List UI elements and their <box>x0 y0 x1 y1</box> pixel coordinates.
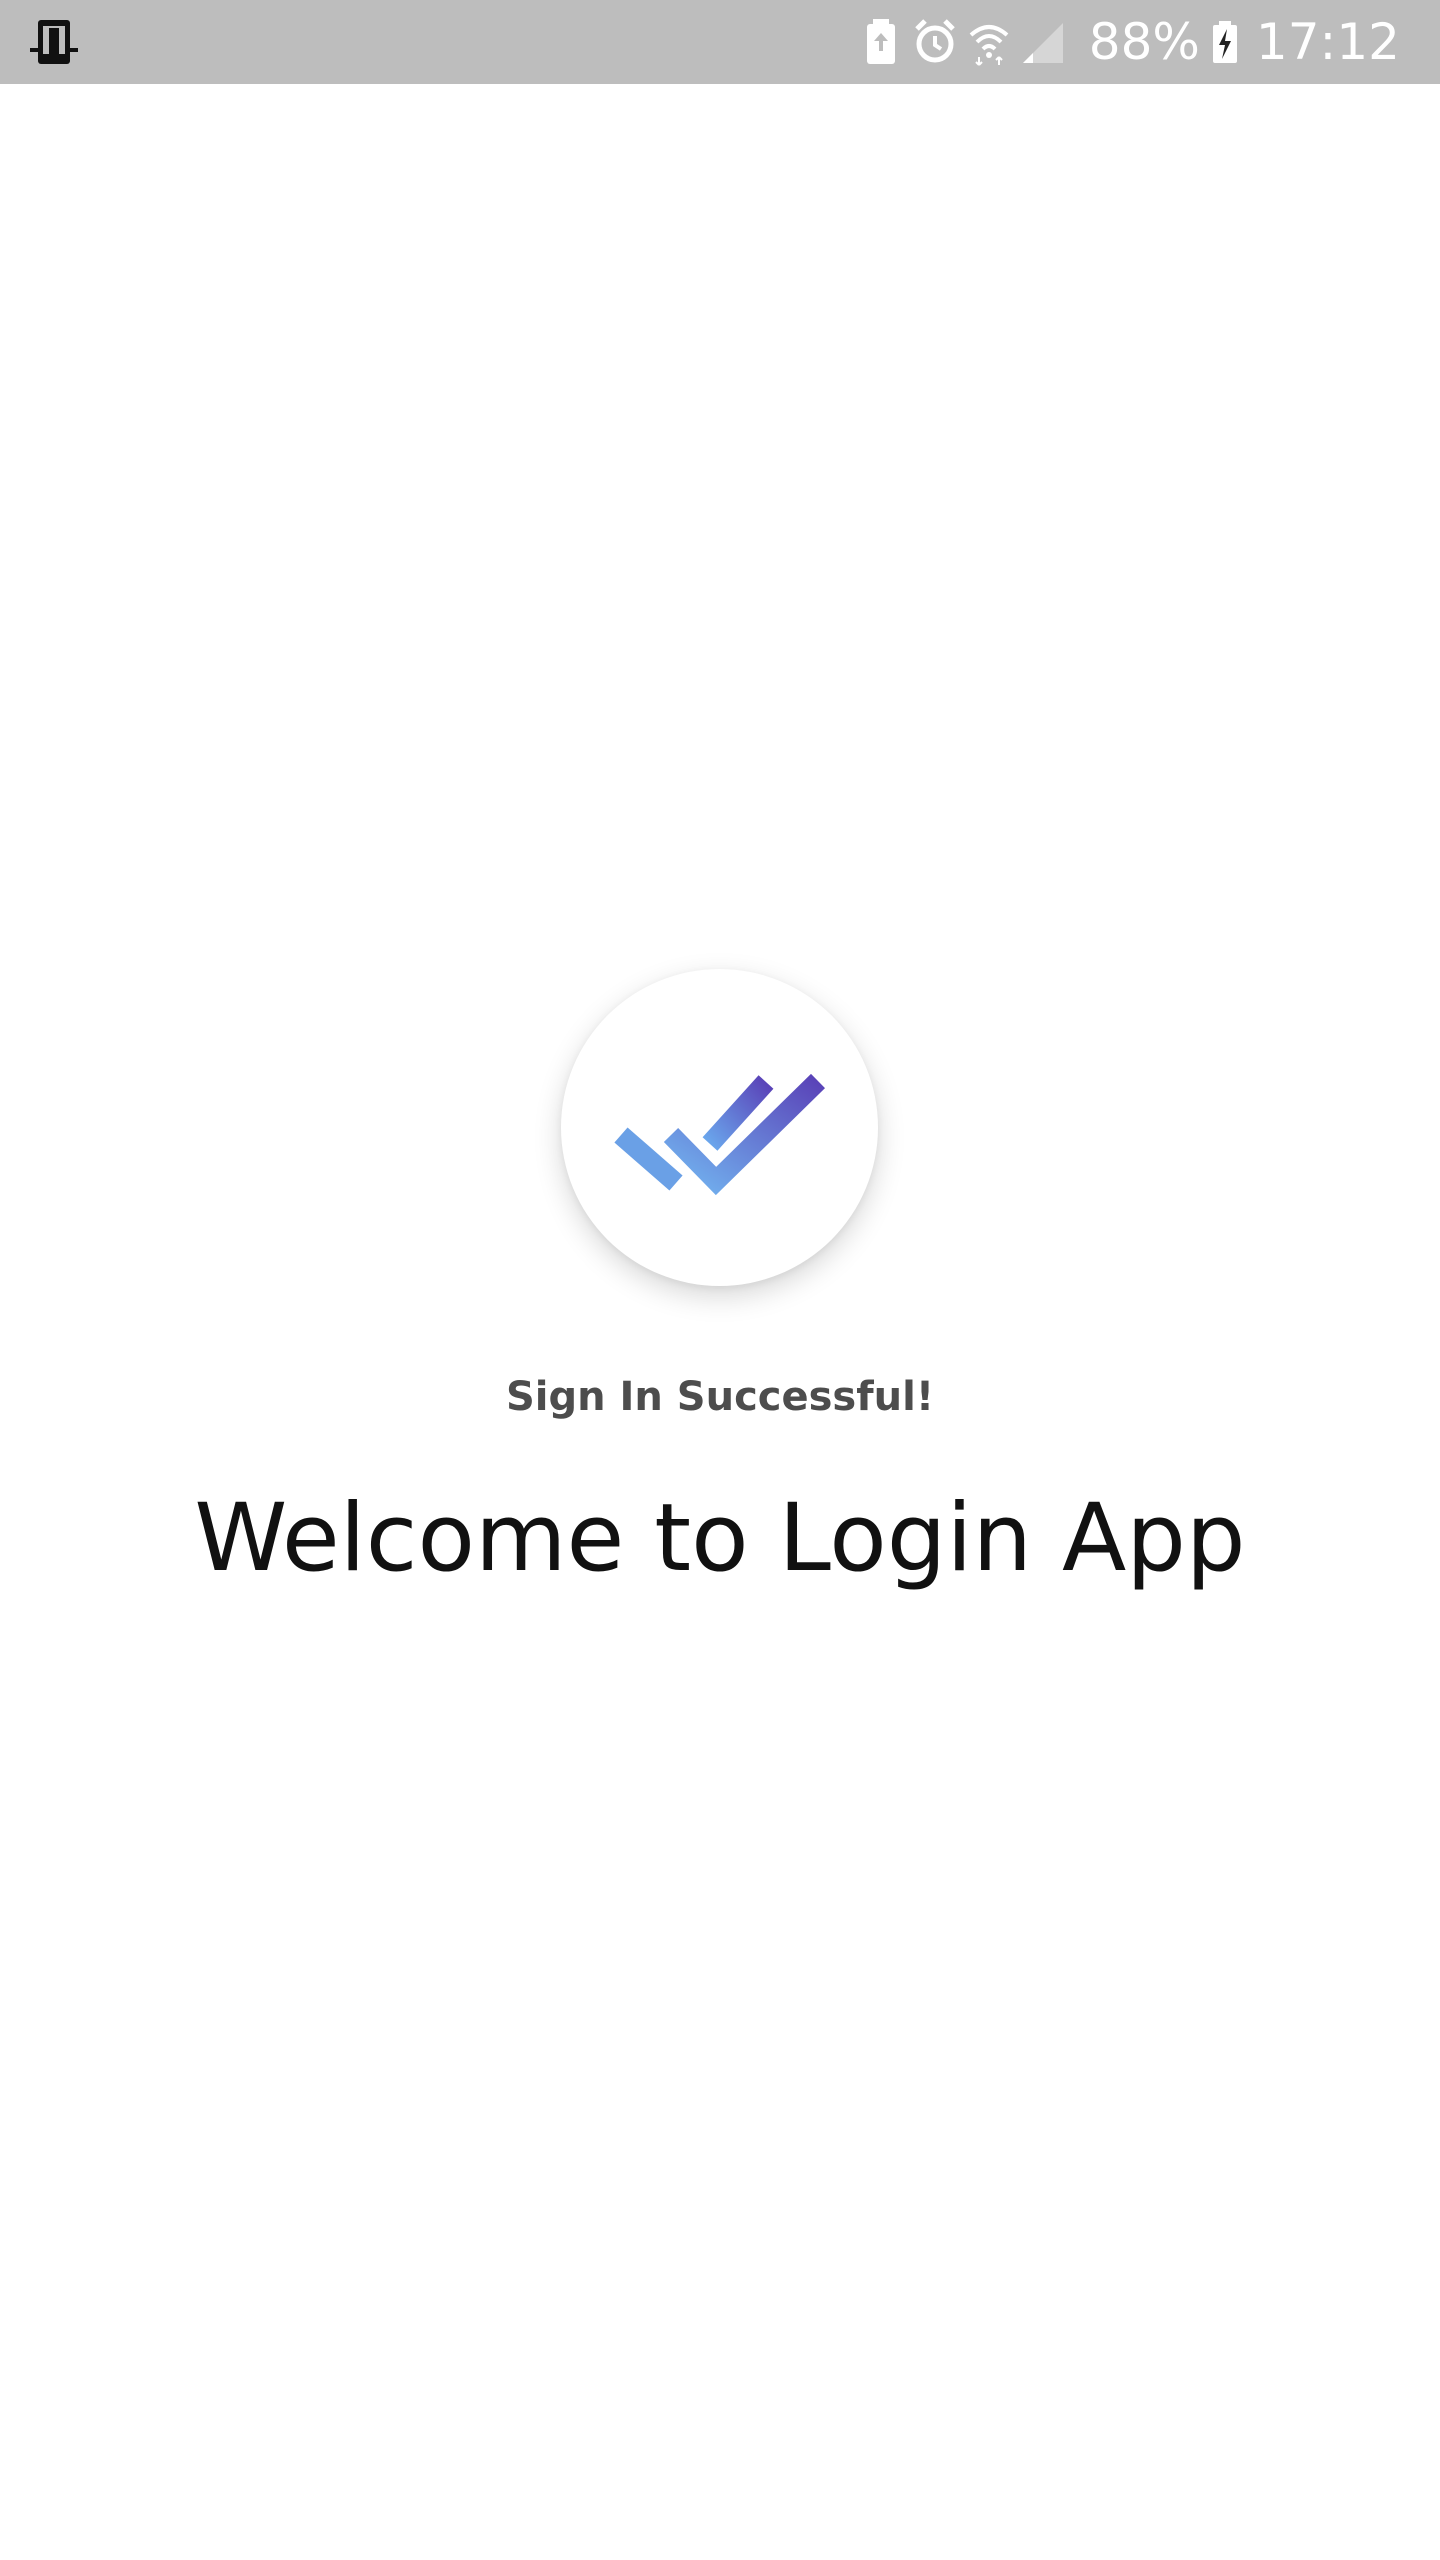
alarm-icon <box>913 17 957 67</box>
status-time: 17:12 <box>1255 13 1400 71</box>
wifi-icon <box>967 17 1011 67</box>
battery-percent: 88% <box>1088 13 1200 71</box>
status-bar: 88% 17:12 <box>0 0 1440 84</box>
device-transfer-icon <box>28 18 80 68</box>
double-check-icon <box>614 1073 826 1196</box>
sign-in-status-text: Sign In Successful! <box>505 1374 935 1420</box>
battery-charging-icon <box>1210 17 1240 67</box>
cell-signal-icon <box>1021 17 1065 67</box>
battery-saver-icon <box>859 17 903 67</box>
main-content: Sign In Successful! Welcome to Login App <box>0 84 1440 2560</box>
success-badge <box>561 969 878 1286</box>
status-indicators: 88% 17:12 <box>859 0 1400 84</box>
welcome-title: Welcome to Login App <box>194 1484 1246 1593</box>
